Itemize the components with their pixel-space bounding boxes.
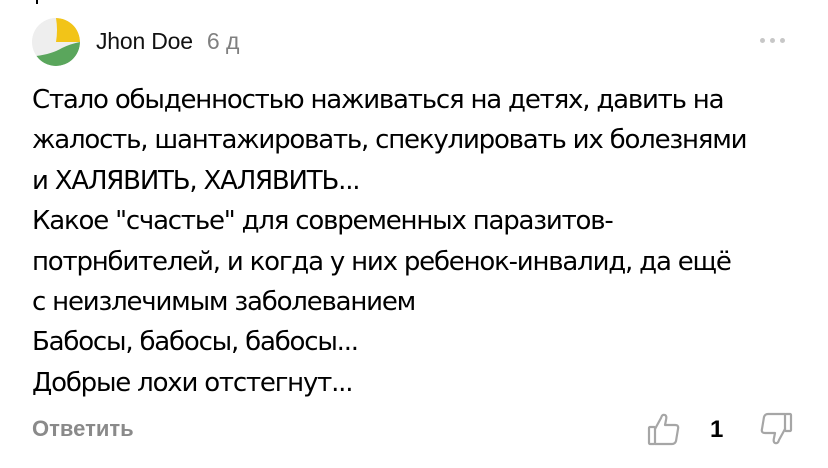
comment-line: Бабосы, бабосы, бабосы... xyxy=(32,327,359,358)
comment-header: Jhon Doe 6 д xyxy=(96,28,239,55)
comment-line: и ХАЛЯВИТЬ, ХАЛЯВИТЬ... xyxy=(32,165,361,196)
more-icon xyxy=(760,37,785,43)
like-button[interactable] xyxy=(646,410,682,448)
comment-line: Добрые лохи отстегнут... xyxy=(32,367,353,398)
thumbs-down-icon xyxy=(760,412,793,445)
comment-time: 6 д xyxy=(206,28,240,54)
dislike-button[interactable] xyxy=(758,410,794,448)
comment-line: Стало обыденностью наживаться на детях, … xyxy=(32,85,725,115)
top-divider-mark xyxy=(36,0,38,4)
author-name[interactable]: Jhon Doe xyxy=(96,28,193,55)
avatar-icon xyxy=(32,18,80,66)
comment-line: жалость, шантажировать, спекулировать их… xyxy=(32,125,748,156)
comment-line: с неизлечимым заболеванием xyxy=(32,287,416,318)
comment-line: потрнбителей, и когда у них ребенок-инва… xyxy=(32,246,732,277)
more-button[interactable] xyxy=(752,30,792,50)
thumbs-up-icon xyxy=(647,413,680,446)
like-count: 1 xyxy=(710,416,724,443)
comment-text: Стало обыденностью наживаться на детях, … xyxy=(32,80,812,403)
avatar[interactable] xyxy=(32,18,80,66)
reply-button[interactable]: Ответить xyxy=(32,416,134,442)
comment-line: Какое "счастье" для современных паразито… xyxy=(32,206,614,237)
